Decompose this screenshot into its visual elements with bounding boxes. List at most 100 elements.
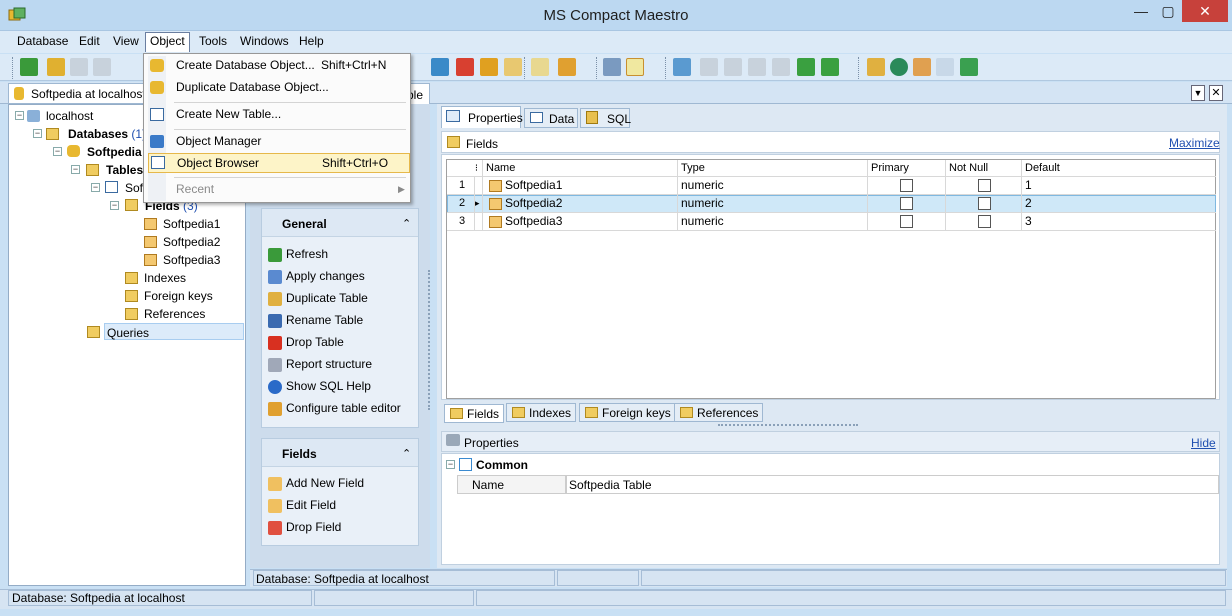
tree-indexes[interactable]: Indexes [144,271,186,285]
collapse-up-icon[interactable]: ⌃ [402,217,411,230]
back-icon[interactable] [797,58,815,76]
picture-icon[interactable] [431,58,449,76]
not-null-checkbox[interactable] [978,179,991,192]
horizontal-splitter[interactable] [718,424,858,428]
cell-name[interactable]: Softpedia2 [483,195,678,213]
forward-icon[interactable] [821,58,839,76]
menu-create-database-object[interactable]: Create Database Object... Shift+Ctrl+N [148,56,410,76]
nav-drop-table[interactable]: Drop Table [268,335,344,350]
menu-view[interactable]: View [113,34,139,48]
copy-object-icon[interactable] [93,58,111,76]
tile-horizontal-icon[interactable] [724,58,742,76]
new-object-icon[interactable] [47,58,65,76]
doc-tab-softpedia[interactable]: Softpedia at localhost [8,83,153,103]
cell-default[interactable]: 1 [1022,177,1216,195]
menu-tools[interactable]: Tools [199,34,227,48]
refresh-icon[interactable] [20,58,38,76]
package-icon[interactable] [480,58,498,76]
collapse-up-icon[interactable]: ⌃ [402,447,411,460]
maximize-link[interactable]: Maximize [1169,136,1220,150]
nav-report-structure[interactable]: Report structure [268,357,372,372]
tab-list-dropdown[interactable]: ▼ [1191,85,1205,101]
nav-apply-changes[interactable]: Apply changes [268,269,365,284]
nav-show-sql-help[interactable]: Show SQL Help [268,379,371,394]
not-null-checkbox[interactable] [978,197,991,210]
hide-link[interactable]: Hide [1191,436,1216,450]
tree-field-2[interactable]: Softpedia2 [163,235,220,249]
tree-softpedia[interactable]: Softpedia [87,145,142,159]
tree-databases[interactable]: Databases (1) [68,127,146,141]
tree-tables[interactable]: Tables [106,163,143,177]
col-header-name[interactable]: Name [483,160,678,177]
report-icon[interactable] [531,58,549,76]
collapse-toggle[interactable]: − [446,460,455,469]
collapse-toggle[interactable]: − [91,183,100,192]
tree-localhost[interactable]: localhost [46,109,93,123]
cascade-icon[interactable] [700,58,718,76]
tree-view-icon[interactable] [626,58,644,76]
connect-icon[interactable] [960,58,978,76]
menu-object-manager[interactable]: Object Manager [148,132,410,152]
nav-rename-table[interactable]: Rename Table [268,313,363,328]
nav-drop-field[interactable]: Drop Field [268,520,341,535]
nav-configure-editor[interactable]: Configure table editor [268,401,401,416]
primary-checkbox[interactable] [900,197,913,210]
menu-object-browser[interactable]: Object Browser Shift+Ctrl+O [148,153,410,173]
nav-add-field[interactable]: Add New Field [268,476,364,491]
nav-edit-field[interactable]: Edit Field [268,498,336,513]
collapse-toggle[interactable]: − [53,147,62,156]
menu-help[interactable]: Help [299,34,324,48]
nav-refresh[interactable]: Refresh [268,247,328,262]
not-null-checkbox[interactable] [978,215,991,228]
col-header-type[interactable]: Type [678,160,868,177]
close-button[interactable]: ✕ [1182,0,1228,22]
col-header-default[interactable]: Default [1022,160,1216,177]
nav-duplicate-table[interactable]: Duplicate Table [268,291,368,306]
cell-type[interactable]: numeric [678,195,868,213]
menu-edit[interactable]: Edit [79,34,100,48]
filter-icon[interactable] [603,58,621,76]
cell-name[interactable]: Softpedia1 [483,177,678,195]
cell-name[interactable]: Softpedia3 [483,213,678,231]
edit-object-icon[interactable] [70,58,88,76]
splitter-handle[interactable] [428,270,436,410]
cell-default[interactable]: 2 [1022,195,1216,213]
user-icon[interactable] [913,58,931,76]
tree-foreign-keys[interactable]: Foreign keys [144,289,213,303]
collapse-toggle[interactable]: − [33,129,42,138]
primary-checkbox[interactable] [900,179,913,192]
minimize-button[interactable]: — [1128,0,1154,22]
prop-name-value[interactable]: Softpedia Table [566,475,1219,494]
close-window-icon[interactable] [772,58,790,76]
nav-fields-title[interactable]: Fields [262,439,418,467]
menu-database[interactable]: Database [17,34,68,48]
home-icon[interactable] [867,58,885,76]
collapse-toggle[interactable]: − [110,201,119,210]
col-header-primary[interactable]: Primary [868,160,946,177]
mail-icon[interactable] [936,58,954,76]
menu-create-new-table[interactable]: Create New Table... [148,105,410,125]
tile-vertical-icon[interactable] [748,58,766,76]
cell-type[interactable]: numeric [678,213,868,231]
plugin-icon[interactable] [558,58,576,76]
collapse-toggle[interactable]: − [15,111,24,120]
maximize-button[interactable]: ▢ [1155,0,1181,22]
globe-icon[interactable] [890,58,908,76]
close-tab-button[interactable]: ✕ [1209,85,1223,101]
menu-duplicate-database-object[interactable]: Duplicate Database Object... [148,78,410,98]
menu-recent[interactable]: Recent ▶ [148,180,410,200]
tree-references[interactable]: References [144,307,205,321]
collapse-toggle[interactable]: − [71,165,80,174]
new-window-icon[interactable] [673,58,691,76]
menu-windows[interactable]: Windows [240,34,289,48]
chart-icon[interactable] [456,58,474,76]
menu-object[interactable]: Object [145,32,190,52]
tree-queries[interactable]: Queries [104,323,244,340]
nav-general-title[interactable]: General [262,209,418,237]
tree-field-3[interactable]: Softpedia3 [163,253,220,267]
tree-field-1[interactable]: Softpedia1 [163,217,220,231]
cell-default[interactable]: 3 [1022,213,1216,231]
primary-checkbox[interactable] [900,215,913,228]
script-icon[interactable] [504,58,522,76]
cell-type[interactable]: numeric [678,177,868,195]
